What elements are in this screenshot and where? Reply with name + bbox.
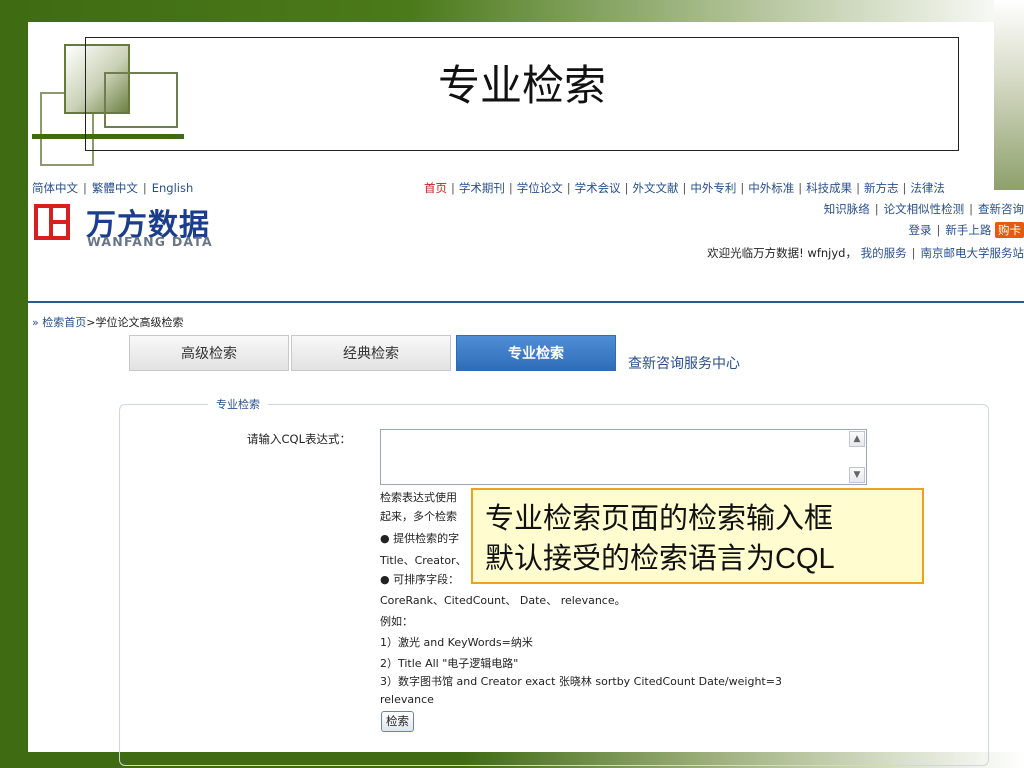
tab-classic-search[interactable]: 经典检索 xyxy=(291,335,451,371)
lang-traditional-link[interactable]: 繁體中文 xyxy=(92,181,138,195)
nav-row-3: 登录 | 新手上路 购卡 xyxy=(908,222,1024,238)
breadcrumb-current: >学位论文高级检索 xyxy=(86,316,184,329)
nav-novelty-link[interactable]: 查新咨询 xyxy=(978,202,1024,216)
example-1: 1）激光 and KeyWords=纳米 xyxy=(380,636,533,649)
lang-english-link[interactable]: English xyxy=(152,181,194,195)
slide-frame-left xyxy=(0,0,28,768)
help-text: 例如： xyxy=(380,615,413,628)
callout-box: 专业检索页面的检索输入框 默认接受的检索语言为CQL xyxy=(471,488,924,584)
novelty-service-link[interactable]: 查新咨询服务中心 xyxy=(628,353,740,373)
newbie-link[interactable]: 新手上路 xyxy=(945,223,991,237)
nav-row-4: 欢迎光临万方数据! wfnjyd， 我的服务 | 南京邮电大学服务站 xyxy=(707,246,1024,260)
help-text: CoreRank、CitedCount、 Date、 relevance。 xyxy=(380,594,626,607)
header-divider xyxy=(28,301,1024,303)
scroll-up-icon[interactable]: ▲ xyxy=(849,431,865,447)
cql-input-label: 请输入CQL表达式： xyxy=(247,432,351,446)
tab-advanced-search[interactable]: 高级检索 xyxy=(129,335,289,371)
my-service-link[interactable]: 我的服务 xyxy=(861,246,907,260)
tab-professional-search[interactable]: 专业检索 xyxy=(456,335,616,371)
nav-similarity-link[interactable]: 论文相似性检测 xyxy=(884,202,965,216)
example-3: 3）数字图书馆 and Creator exact 张晓林 sortby Cit… xyxy=(380,675,782,688)
breadcrumb-arrow-icon: » xyxy=(32,316,39,329)
slide-frame-top xyxy=(0,0,1024,22)
welcome-text: 欢迎光临万方数据! wfnjyd， xyxy=(707,246,857,260)
nav-standards-link[interactable]: 中外标准 xyxy=(748,181,794,195)
nav-foreign-link[interactable]: 外文文献 xyxy=(633,181,679,195)
nav-patents-link[interactable]: 中外专利 xyxy=(690,181,736,195)
logo-mark-icon xyxy=(34,204,70,240)
panel-legend: 专业检索 xyxy=(208,396,268,412)
slide-title-box: 专业检索 xyxy=(85,37,959,151)
nav-home-link[interactable]: 首页 xyxy=(424,181,447,195)
nav-conferences-link[interactable]: 学术会议 xyxy=(575,181,621,195)
buy-card-button[interactable]: 购卡 xyxy=(995,222,1024,238)
example-3-continued: relevance xyxy=(380,693,434,706)
help-text: ● 提供检索的字 xyxy=(380,532,460,545)
help-text: Title、Creator、 xyxy=(380,554,467,567)
institution-link[interactable]: 南京邮电大学服务站 xyxy=(921,246,1024,260)
breadcrumb: » 检索首页>学位论文高级检索 xyxy=(32,314,183,330)
slide-frame-right xyxy=(994,0,1024,190)
callout-cql: CQL xyxy=(775,543,835,575)
cql-expression-input[interactable] xyxy=(380,429,867,485)
nav-journals-link[interactable]: 学术期刊 xyxy=(459,181,505,195)
breadcrumb-home-link[interactable]: 检索首页 xyxy=(42,316,86,329)
nav-row-2: 知识脉络 | 论文相似性检测 | 查新咨询 xyxy=(823,202,1024,216)
nav-knowledge-link[interactable]: 知识脉络 xyxy=(824,202,870,216)
search-button[interactable]: 检索 xyxy=(381,711,414,732)
help-text: 检索表达式使用 xyxy=(380,491,457,504)
logo-text-en: WANFANG DATA xyxy=(87,234,213,249)
login-link[interactable]: 登录 xyxy=(908,223,931,237)
language-bar: 简体中文 | 繁體中文 | English xyxy=(32,181,194,195)
nav-theses-link[interactable]: 学位论文 xyxy=(517,181,563,195)
help-text: ● 可排序字段： xyxy=(380,573,460,586)
lang-simplified-link[interactable]: 简体中文 xyxy=(32,181,78,195)
callout-line-2-text: 默认接受的检索语言为 xyxy=(485,541,776,575)
example-2: 2）Title All "电子逻辑电路" xyxy=(380,657,519,670)
callout-line-2: 默认接受的检索语言为CQL xyxy=(485,538,922,579)
slide-title: 专业检索 xyxy=(437,61,606,110)
help-text: 起来，多个检索 xyxy=(380,510,457,523)
top-nav: 首页 | 学术期刊 | 学位论文 | 学术会议 | 外文文献 | 中外专利 | 中外标准 | 科技成果 | 新方… xyxy=(424,181,945,195)
nav-local-chronicles-link[interactable]: 新方志 xyxy=(864,181,899,195)
callout-line-1: 专业检索页面的检索输入框 xyxy=(485,501,834,535)
nav-law-link[interactable]: 法律法 xyxy=(910,181,945,195)
scroll-down-icon[interactable]: ▼ xyxy=(849,467,865,483)
nav-achievements-link[interactable]: 科技成果 xyxy=(806,181,852,195)
